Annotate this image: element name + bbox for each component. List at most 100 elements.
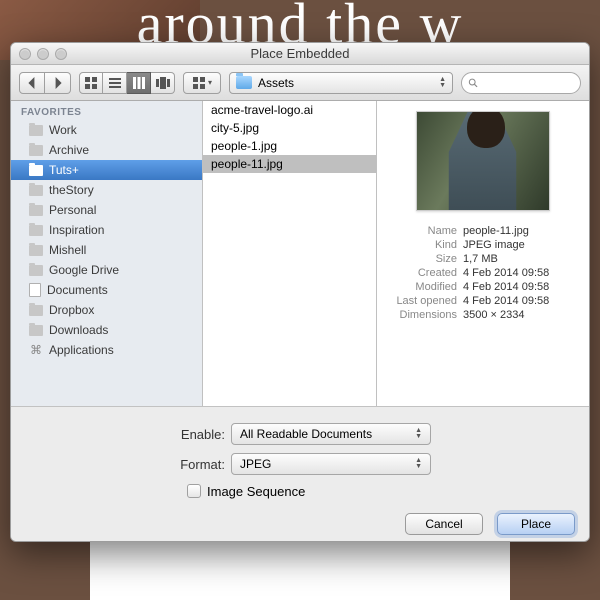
sidebar-item-archive[interactable]: Archive [11,140,202,160]
sidebar-item-personal[interactable]: Personal [11,200,202,220]
file-name: acme-travel-logo.ai [211,103,313,117]
preview-thumbnail [416,111,550,211]
sidebar-item-downloads[interactable]: Downloads [11,320,202,340]
cancel-button[interactable]: Cancel [405,513,483,535]
file-row[interactable]: people-1.jpg [203,137,376,155]
coverflow-view-button[interactable] [151,72,175,94]
folder-icon [29,265,43,276]
updown-icon: ▲▼ [415,428,422,440]
dialog-title: Place Embedded [11,46,589,61]
enable-label: Enable: [11,427,231,442]
close-window-button[interactable] [19,48,31,60]
search-input[interactable] [482,77,574,89]
search-icon [468,77,478,89]
sidebar-item-documents[interactable]: Documents [11,280,202,300]
forward-button[interactable] [45,72,71,94]
sidebar-item-label: Tuts+ [49,163,79,177]
minimize-window-button[interactable] [37,48,49,60]
sidebar-item-label: Mishell [49,243,86,257]
file-row[interactable]: people-11.jpg [203,155,376,173]
path-selector[interactable]: Assets ▲▼ [229,72,453,94]
preview-panel: Name people-11.jpg Kind JPEG image Size 1,7 M… [377,101,589,406]
meta-key: Size [385,253,457,265]
enable-dropdown[interactable]: All Readable Documents ▲▼ [231,423,431,445]
sidebar-item-label: Applications [49,343,114,357]
icon-view-button[interactable] [79,72,103,94]
meta-value: 3500 × 2334 [463,309,581,321]
meta-value: 1,7 MB [463,253,581,265]
list-view-button[interactable] [103,72,127,94]
sidebar-item-google-drive[interactable]: Google Drive [11,260,202,280]
meta-key: Last opened [385,295,457,307]
path-label: Assets [258,76,294,90]
sidebar-item-label: Work [49,123,77,137]
sidebar-item-label: theStory [49,183,94,197]
format-dropdown[interactable]: JPEG ▲▼ [231,453,431,475]
folder-icon [29,145,43,156]
file-row[interactable]: city-5.jpg [203,119,376,137]
file-row[interactable]: acme-travel-logo.ai [203,101,376,119]
meta-value: JPEG image [463,239,581,251]
file-list-column: acme-travel-logo.ai city-5.jpg people-1.jp… [203,101,377,406]
sidebar-item-work[interactable]: Work [11,120,202,140]
folder-icon [29,245,43,256]
sidebar-item-label: Inspiration [49,223,104,237]
document-icon [29,283,41,297]
folder-icon [29,225,43,236]
sidebar-item-label: Personal [49,203,96,217]
back-button[interactable] [19,72,45,94]
view-mode-group [79,72,175,94]
folder-icon [29,125,43,136]
meta-value: 4 Feb 2014 09:58 [463,281,581,293]
folder-icon [29,325,43,336]
folder-icon [29,165,43,176]
folder-icon [29,205,43,216]
meta-key: Modified [385,281,457,293]
meta-value: people-11.jpg [463,225,581,237]
column-view-button[interactable] [127,72,151,94]
sidebar-item-label: Dropbox [49,303,94,317]
folder-icon [29,305,43,316]
meta-key: Created [385,267,457,279]
format-label: Format: [11,457,231,472]
meta-value: 4 Feb 2014 09:58 [463,267,581,279]
folder-icon [29,185,43,196]
sidebar-item-applications[interactable]: ⌘ Applications [11,340,202,360]
format-value: JPEG [240,457,271,471]
image-sequence-checkbox[interactable] [187,484,201,498]
sidebar-item-dropbox[interactable]: Dropbox [11,300,202,320]
folder-icon [236,76,252,89]
meta-value: 4 Feb 2014 09:58 [463,295,581,307]
image-sequence-label: Image Sequence [207,484,305,499]
sidebar-item-label: Documents [47,283,108,297]
applications-icon: ⌘ [29,343,43,357]
meta-key: Kind [385,239,457,251]
zoom-window-button[interactable] [55,48,67,60]
sidebar-header: FAVORITES [11,101,202,120]
sidebar-item-label: Downloads [49,323,108,337]
enable-value: All Readable Documents [240,427,372,441]
search-field[interactable] [461,72,581,94]
updown-icon: ▲▼ [439,77,446,89]
sidebar-item-thestory[interactable]: theStory [11,180,202,200]
place-button[interactable]: Place [497,513,575,535]
sidebar-item-mishell[interactable]: Mishell [11,240,202,260]
sidebar-item-tuts-[interactable]: Tuts+ [11,160,202,180]
file-name: people-1.jpg [211,139,277,153]
toolbar: ▾ Assets ▲▼ [11,65,589,101]
sidebar-item-inspiration[interactable]: Inspiration [11,220,202,240]
file-name: city-5.jpg [211,121,259,135]
titlebar: Place Embedded [11,43,589,65]
updown-icon: ▲▼ [415,458,422,470]
sidebar: FAVORITES Work Archive Tuts+ theStory Person… [11,101,203,406]
meta-key: Name [385,225,457,237]
options-form: Enable: All Readable Documents ▲▼ Format… [11,406,589,541]
arrange-by-group: ▾ [183,72,221,94]
sidebar-item-label: Google Drive [49,263,119,277]
meta-key: Dimensions [385,309,457,321]
place-embedded-dialog: Place Embedded [10,42,590,542]
sidebar-item-label: Archive [49,143,89,157]
arrange-by-button[interactable]: ▾ [183,72,221,94]
file-name: people-11.jpg [211,157,283,171]
nav-back-forward [19,72,71,94]
